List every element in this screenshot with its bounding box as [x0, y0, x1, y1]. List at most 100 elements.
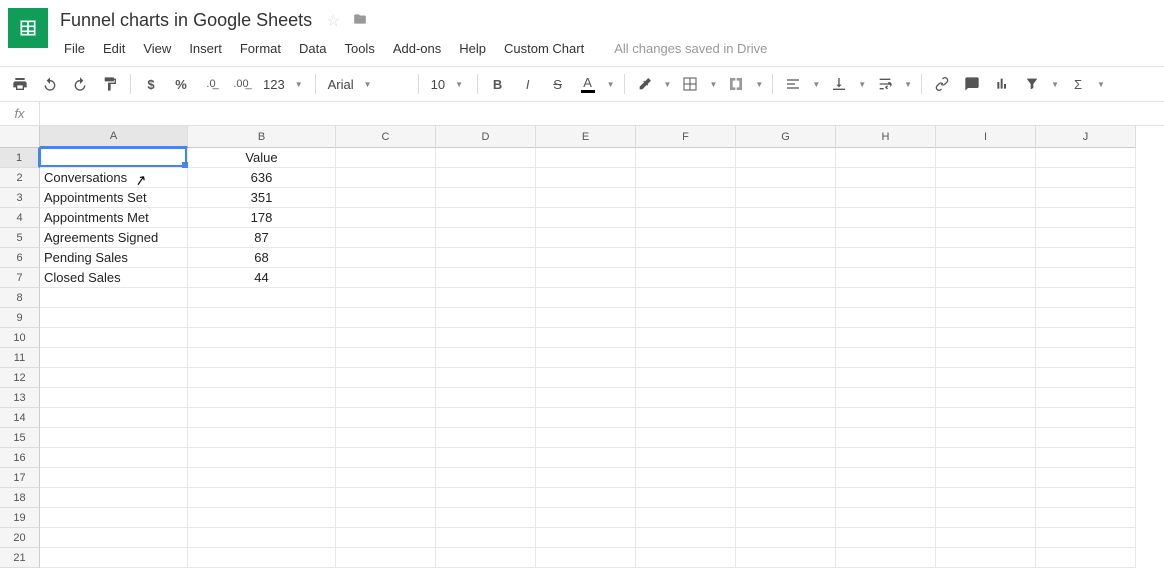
- insert-link-icon[interactable]: [928, 71, 956, 97]
- increase-decimal-icon[interactable]: .00̲: [227, 71, 255, 97]
- cell-J3[interactable]: [1036, 188, 1136, 208]
- menu-help[interactable]: Help: [451, 37, 494, 60]
- menu-edit[interactable]: Edit: [95, 37, 133, 60]
- cell-F6[interactable]: [636, 248, 736, 268]
- cell-I2[interactable]: [936, 168, 1036, 188]
- cell-A13[interactable]: [40, 388, 188, 408]
- cell-J1[interactable]: [1036, 148, 1136, 168]
- cell-I19[interactable]: [936, 508, 1036, 528]
- decrease-decimal-icon[interactable]: .0̲: [197, 71, 225, 97]
- strikethrough-icon[interactable]: S: [544, 71, 572, 97]
- cell-E19[interactable]: [536, 508, 636, 528]
- print-icon[interactable]: [6, 71, 34, 97]
- cell-D19[interactable]: [436, 508, 536, 528]
- cell-J4[interactable]: [1036, 208, 1136, 228]
- cell-A4[interactable]: Appointments Met: [40, 208, 188, 228]
- menu-format[interactable]: Format: [232, 37, 289, 60]
- cell-I8[interactable]: [936, 288, 1036, 308]
- row-header-21[interactable]: 21: [0, 548, 40, 568]
- cell-H12[interactable]: [836, 368, 936, 388]
- cell-H17[interactable]: [836, 468, 936, 488]
- cell-B16[interactable]: [188, 448, 336, 468]
- cell-H7[interactable]: [836, 268, 936, 288]
- cell-J10[interactable]: [1036, 328, 1136, 348]
- cell-D10[interactable]: [436, 328, 536, 348]
- cell-D2[interactable]: [436, 168, 536, 188]
- cell-F17[interactable]: [636, 468, 736, 488]
- cell-G15[interactable]: [736, 428, 836, 448]
- cell-C4[interactable]: [336, 208, 436, 228]
- cell-F10[interactable]: [636, 328, 736, 348]
- cell-C20[interactable]: [336, 528, 436, 548]
- cell-B4[interactable]: 178: [188, 208, 336, 228]
- cell-E13[interactable]: [536, 388, 636, 408]
- cell-E2[interactable]: [536, 168, 636, 188]
- cell-B6[interactable]: 68: [188, 248, 336, 268]
- cell-I13[interactable]: [936, 388, 1036, 408]
- cell-G18[interactable]: [736, 488, 836, 508]
- cell-A1[interactable]: [40, 148, 188, 168]
- cell-A7[interactable]: Closed Sales: [40, 268, 188, 288]
- cell-B12[interactable]: [188, 368, 336, 388]
- cell-D4[interactable]: [436, 208, 536, 228]
- cell-F11[interactable]: [636, 348, 736, 368]
- cell-H5[interactable]: [836, 228, 936, 248]
- filter-icon[interactable]: [1018, 71, 1046, 97]
- cell-I21[interactable]: [936, 548, 1036, 568]
- cell-H10[interactable]: [836, 328, 936, 348]
- star-icon[interactable]: ☆: [326, 11, 340, 31]
- cell-C1[interactable]: [336, 148, 436, 168]
- cell-H2[interactable]: [836, 168, 936, 188]
- cell-E3[interactable]: [536, 188, 636, 208]
- cell-G12[interactable]: [736, 368, 836, 388]
- cell-C19[interactable]: [336, 508, 436, 528]
- font-select[interactable]: Arial▼: [322, 71, 412, 97]
- row-header-8[interactable]: 8: [0, 288, 40, 308]
- insert-comment-icon[interactable]: [958, 71, 986, 97]
- cell-J17[interactable]: [1036, 468, 1136, 488]
- cell-C9[interactable]: [336, 308, 436, 328]
- merge-cells-icon[interactable]: [722, 71, 750, 97]
- cell-F12[interactable]: [636, 368, 736, 388]
- cell-J13[interactable]: [1036, 388, 1136, 408]
- cell-F15[interactable]: [636, 428, 736, 448]
- formula-input[interactable]: [40, 102, 1164, 125]
- row-header-13[interactable]: 13: [0, 388, 40, 408]
- undo-icon[interactable]: [36, 71, 64, 97]
- cell-D20[interactable]: [436, 528, 536, 548]
- cell-B3[interactable]: 351: [188, 188, 336, 208]
- row-header-7[interactable]: 7: [0, 268, 40, 288]
- cell-J15[interactable]: [1036, 428, 1136, 448]
- cell-D14[interactable]: [436, 408, 536, 428]
- cell-A3[interactable]: Appointments Set: [40, 188, 188, 208]
- cell-D9[interactable]: [436, 308, 536, 328]
- cell-F9[interactable]: [636, 308, 736, 328]
- bold-icon[interactable]: B: [484, 71, 512, 97]
- cell-G11[interactable]: [736, 348, 836, 368]
- cell-G10[interactable]: [736, 328, 836, 348]
- menu-custom-chart[interactable]: Custom Chart: [496, 37, 592, 60]
- cell-E16[interactable]: [536, 448, 636, 468]
- row-header-19[interactable]: 19: [0, 508, 40, 528]
- menu-view[interactable]: View: [135, 37, 179, 60]
- cell-E6[interactable]: [536, 248, 636, 268]
- cell-H1[interactable]: [836, 148, 936, 168]
- cell-I1[interactable]: [936, 148, 1036, 168]
- col-header-E[interactable]: E: [536, 126, 636, 148]
- row-header-6[interactable]: 6: [0, 248, 40, 268]
- cell-B15[interactable]: [188, 428, 336, 448]
- row-header-4[interactable]: 4: [0, 208, 40, 228]
- cell-F20[interactable]: [636, 528, 736, 548]
- cell-A18[interactable]: [40, 488, 188, 508]
- cell-B5[interactable]: 87: [188, 228, 336, 248]
- cell-E12[interactable]: [536, 368, 636, 388]
- cell-B10[interactable]: [188, 328, 336, 348]
- row-header-3[interactable]: 3: [0, 188, 40, 208]
- cell-A15[interactable]: [40, 428, 188, 448]
- row-header-14[interactable]: 14: [0, 408, 40, 428]
- cell-D15[interactable]: [436, 428, 536, 448]
- row-header-1[interactable]: 1: [0, 148, 40, 168]
- cell-A14[interactable]: [40, 408, 188, 428]
- cell-G1[interactable]: [736, 148, 836, 168]
- cell-I7[interactable]: [936, 268, 1036, 288]
